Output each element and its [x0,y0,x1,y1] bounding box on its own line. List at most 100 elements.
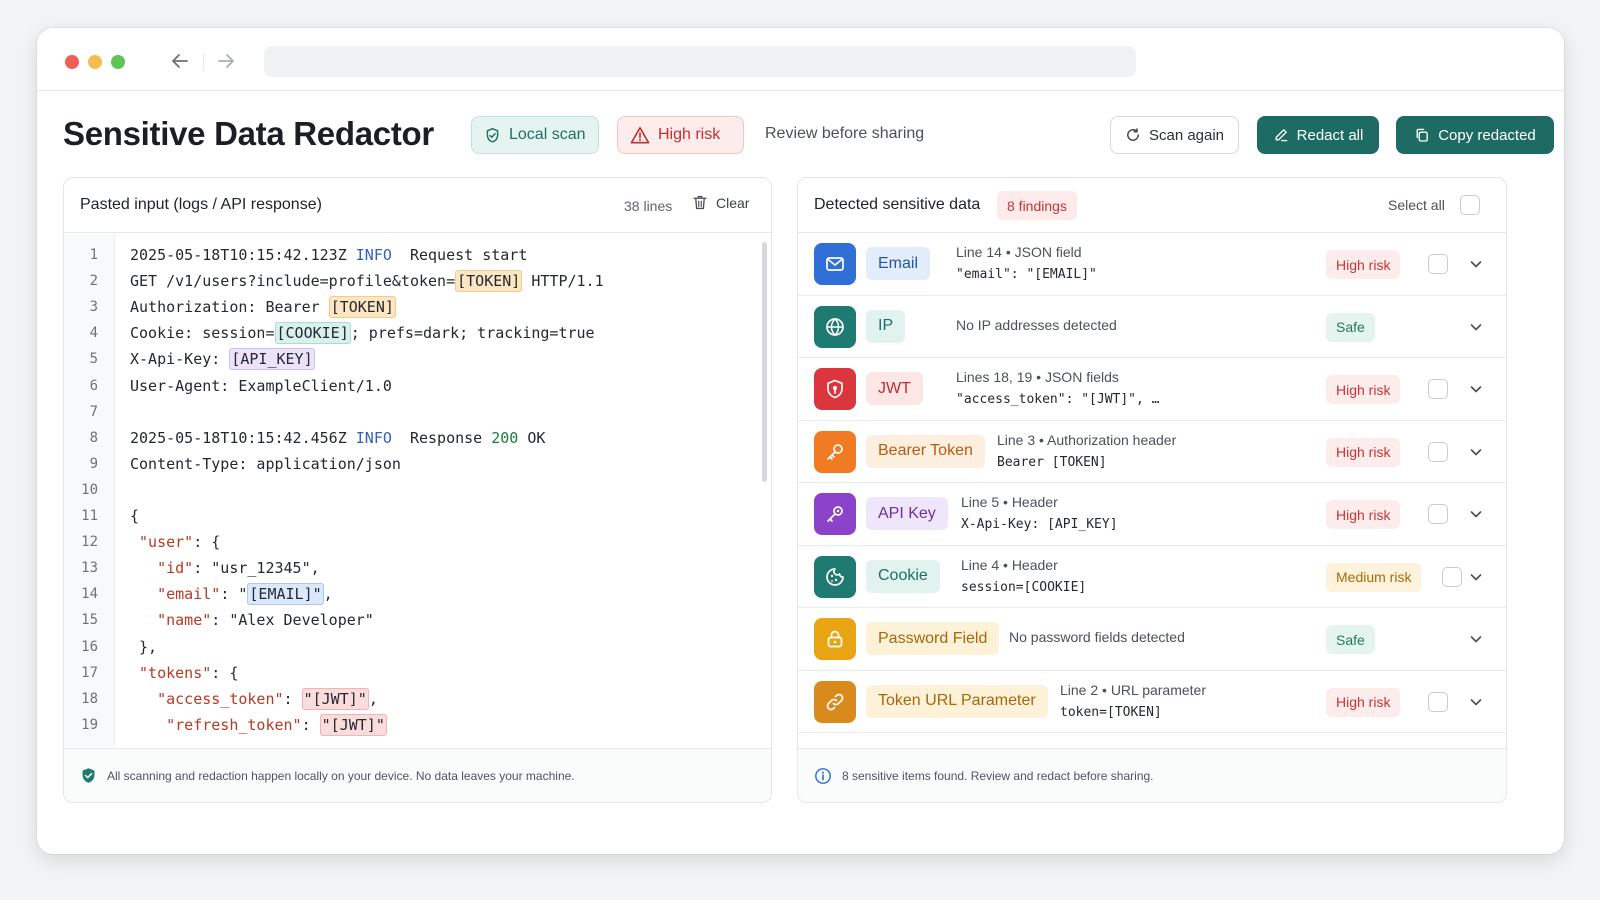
code-token: : { [193,533,221,552]
line-text: GET /v1/users?include=profile&token= [TOK… [130,268,604,294]
input-panel: Pasted input (logs / API response) 38 li… [63,177,772,803]
code-line: 6 User-Agent: ExampleClient/1.0 [64,373,754,399]
line-number: 11 [81,508,98,524]
refresh-icon [1127,128,1139,141]
address-bar[interactable] [264,46,1136,77]
line-number: 16 [81,638,98,655]
line-text: "id": "usr_12345", [130,555,320,581]
lock-icon [814,618,856,660]
chevron-down-icon[interactable] [1468,694,1484,710]
input-panel-header: Pasted input (logs / API response) 38 li… [64,178,771,233]
code-token: : { [211,663,239,682]
finding-snippet: "email": "[EMAIL]" [956,267,1097,282]
risk-level-pill: High risk [1326,250,1401,279]
code-token: : [283,689,302,708]
chevron-down-icon[interactable] [1468,631,1484,647]
code-editor[interactable]: 1 2025-05-18T10:15:42.123Z INFO Request s… [64,234,771,747]
findings-panel-footer: 8 sensitive items found. Review and reda… [798,748,1506,802]
privacy-note: All scanning and redaction happen locall… [107,768,575,783]
code-token: 200 [491,428,519,447]
line-number: 8 [89,429,98,446]
code-line: 16 }, [64,634,754,660]
close-window-button[interactable] [65,55,79,69]
finding-status-text: No IP addresses detected [956,316,1117,333]
redaction-tag: [EMAIL]" [247,583,324,606]
code-token: "name" [157,611,212,630]
line-number: 9 [89,455,98,472]
finding-select-checkbox[interactable] [1442,566,1462,587]
clear-label: Clear [716,194,750,211]
code-line: 11 { [64,503,754,529]
finding-location: Line 4 • Header [961,556,1058,573]
browser-titlebar [37,28,1564,91]
finding-type-label: API Key [866,497,948,530]
code-token: 2025-05-18T10:15:42.456Z [130,428,356,447]
chevron-down-icon[interactable] [1468,444,1484,460]
risk-level-label: High risk [658,126,721,143]
code-token: INFO [355,428,392,447]
code-token: "user" [139,533,194,552]
finding-row[interactable]: JWT Lines 18, 19 • JSON fields "access_tok… [798,358,1506,421]
finding-row[interactable]: Bearer Token Line 3 • Authorization heade… [798,421,1506,483]
chevron-down-icon[interactable] [1468,506,1484,522]
finding-row[interactable]: IP No IP addresses detected Safe [798,296,1506,358]
finding-type-label: Cookie [866,559,940,593]
findings-panel: Detected sensitive data 8 findings Selec… [797,177,1507,803]
line-text: 2025-05-18T10:15:42.456Z INFO Response 2… [130,425,545,451]
local-scan-badge: Local scan [471,116,599,154]
redaction-tag: "[JWT]" [301,687,369,710]
chevron-down-icon[interactable] [1468,381,1484,397]
finding-row[interactable]: Password Field No password fields detecte… [798,608,1506,671]
code-token: { [130,507,140,525]
scan-again-button[interactable]: Scan again [1110,116,1239,154]
shield-icon [814,368,856,410]
chevron-down-icon[interactable] [1468,319,1484,335]
code-token: : "usr_12345", [193,559,320,578]
line-text: X-Api-Key: [API_KEY] [130,346,315,372]
chevron-down-icon[interactable] [1468,256,1484,272]
chevron-down-icon[interactable] [1468,569,1484,585]
select-all-label: Select all [1388,197,1445,213]
finding-row[interactable]: Email Line 14 • JSON field "email": "[EMAI… [798,233,1506,296]
finding-select-checkbox[interactable] [1428,379,1448,399]
link-icon [814,680,856,723]
code-token: , [368,689,378,708]
code-token: HTTP/1.1 [522,272,604,291]
minimize-window-button[interactable] [88,55,102,69]
finding-select-checkbox[interactable] [1428,441,1448,462]
page-header: Sensitive Data Redactor Local scan High … [63,113,1554,157]
local-scan-label: Local scan [509,126,586,143]
line-number: 15 [81,612,98,629]
select-all-checkbox[interactable] [1460,195,1480,215]
finding-row[interactable]: API Key Line 5 • Header X-Api-Key: [API_KE… [798,483,1506,546]
finding-location: Line 5 • Header [961,494,1058,510]
line-number: 18 [81,690,98,707]
redact-all-button[interactable]: Redact all [1257,116,1379,154]
findings-panel-title: Detected sensitive data [814,196,981,213]
forward-arrow-icon[interactable] [213,48,239,74]
redaction-tag: [TOKEN] [328,296,396,319]
finding-select-checkbox[interactable] [1428,504,1448,524]
maximize-window-button[interactable] [111,55,125,69]
code-line: 12 "user": { [64,529,754,555]
line-text: "refresh_token": "[JWT]" [130,712,387,738]
clear-button[interactable]: Clear [692,194,749,211]
copy-redacted-button[interactable]: Copy redacted [1396,116,1554,154]
finding-type-label: Bearer Token [866,434,985,468]
line-text: { [130,503,139,529]
line-number: 10 [81,481,98,498]
line-count: 38 lines [624,198,673,214]
finding-row[interactable]: Token URL Parameter Line 2 • URL paramete… [798,671,1506,733]
nav-divider [203,53,204,71]
finding-row[interactable]: Cookie Line 4 • Header session=[COOKIE] Med… [798,546,1506,608]
code-scrollbar[interactable] [762,242,767,482]
redaction-tag: [COOKIE] [274,322,351,345]
finding-select-checkbox[interactable] [1428,691,1448,712]
code-line: 10 [64,477,754,503]
info-icon [815,767,831,784]
code-line: 7 [64,399,754,425]
back-arrow-icon[interactable] [167,48,193,74]
finding-select-checkbox[interactable] [1428,254,1448,274]
